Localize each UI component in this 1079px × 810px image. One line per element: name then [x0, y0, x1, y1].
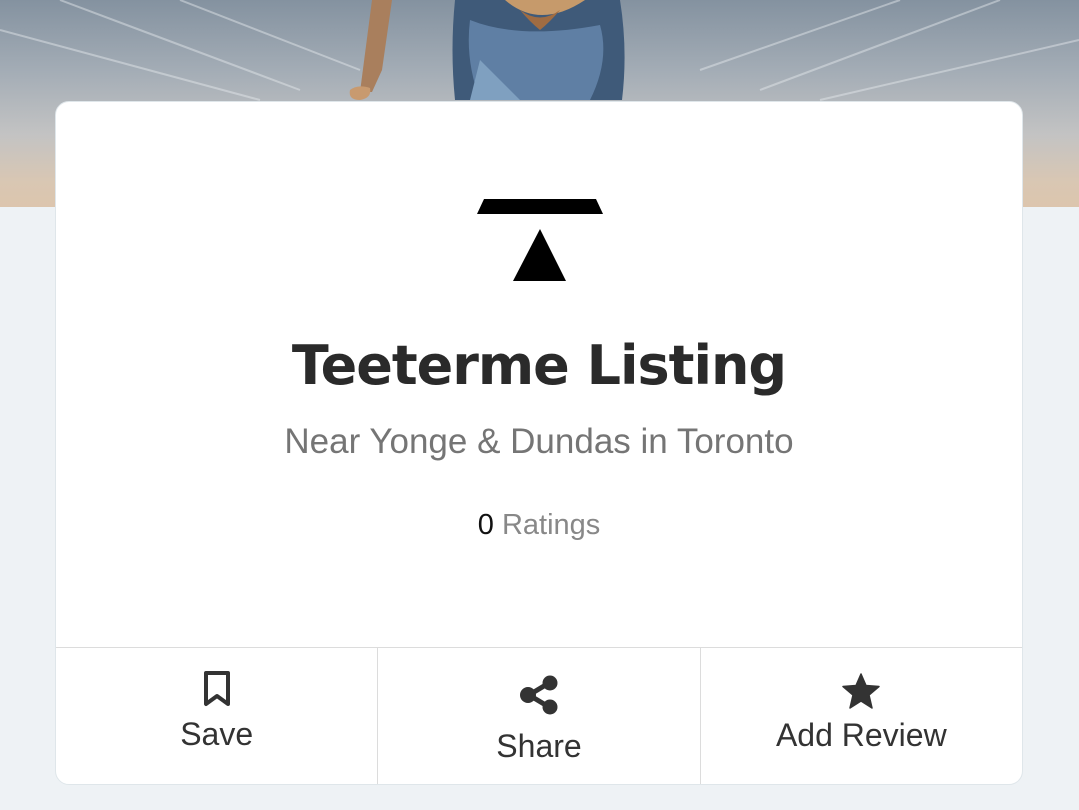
save-label: Save [180, 716, 254, 752]
share-icon [519, 675, 559, 720]
star-icon [842, 673, 881, 714]
bookmark-icon [203, 671, 231, 712]
teeterme-logo-icon [474, 196, 606, 284]
add-review-label: Add Review [775, 717, 947, 753]
listing-card: Teeterme Listing Near Yonge & Dundas in … [55, 101, 1023, 785]
listing-location: Near Yonge & Dundas in Toronto [284, 422, 794, 461]
ratings-label: Ratings [501, 509, 601, 541]
add-review-button[interactable]: Add Review [701, 648, 1022, 784]
action-bar: Save Share Add Review [56, 647, 1022, 784]
ratings-summary[interactable]: 0 Ratings [56, 507, 1022, 543]
save-button[interactable]: Save [56, 648, 379, 784]
listing-title: Teeterme Listing [291, 334, 787, 397]
share-button[interactable]: Share [378, 648, 701, 784]
ratings-count: 0 [477, 509, 494, 541]
share-label: Share [496, 728, 582, 764]
